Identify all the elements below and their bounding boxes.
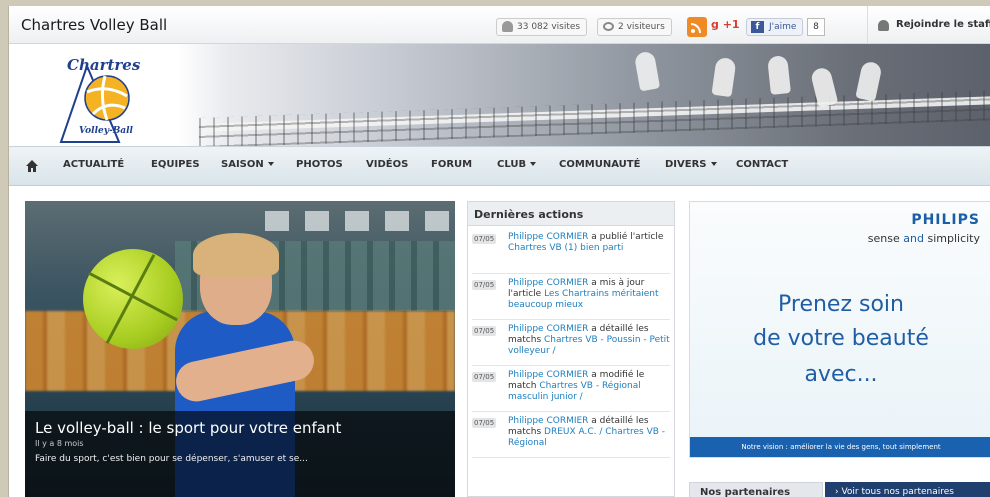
nav-item-communaute[interactable]: COMMUNAUTÉ [559, 159, 640, 170]
article-title[interactable]: Le volley-ball : le sport pour votre enf… [35, 419, 445, 437]
view-all-partners-button[interactable]: › Voir tous nos partenaires [825, 482, 990, 497]
gplus-icon: g [711, 18, 719, 31]
nav-item-saison[interactable]: SAISON [221, 159, 274, 170]
action-user-link[interactable]: Philippe CORMIER [508, 278, 588, 288]
nav-item-photos[interactable]: PHOTOS [296, 159, 343, 170]
nav-item-divers[interactable]: DIVERS [665, 159, 717, 170]
nav-item-equipes[interactable]: EQUIPES [151, 159, 200, 170]
chevron-down-icon [530, 162, 537, 166]
ad-footer: Notre vision : améliorer la vie des gens… [690, 437, 990, 457]
partners-title: Nos partenaires [689, 482, 823, 497]
nav-item-actualite[interactable]: ACTUALITÉ [63, 159, 124, 170]
philips-ad-banner[interactable]: PHILIPS sense and simplicity Prenez soin… [689, 201, 990, 458]
action-user-link[interactable]: Philippe CORMIER [508, 370, 588, 380]
user-icon [878, 20, 889, 31]
recent-actions-list: 07/05 Philippe CORMIER a publié l'articl… [468, 226, 674, 460]
nav-item-forum[interactable]: FORUM [431, 159, 472, 170]
club-logo[interactable]: Chartres Volley-Ball [49, 48, 159, 144]
article-excerpt: Faire du sport, c'est bien pour se dépen… [35, 454, 308, 464]
action-user-link[interactable]: Philippe CORMIER [508, 416, 588, 426]
nav-item-club[interactable]: CLUB [497, 159, 537, 170]
eye-icon [603, 22, 614, 31]
rss-icon[interactable] [687, 17, 707, 37]
action-date: 07/05 [472, 326, 497, 336]
list-item: 07/05 Philippe CORMIER a détaillé les ma… [472, 412, 670, 458]
volleyball-icon [83, 249, 183, 349]
facebook-like-button[interactable]: f J'aime [746, 18, 804, 36]
ad-line-1: Prenez soin [778, 292, 904, 317]
gplus-button[interactable]: g +1 [711, 18, 740, 31]
top-bar: Chartres Volley Ball 33 082 visites 2 vi… [9, 6, 990, 44]
join-staff-label: Rejoindre le staff [896, 19, 990, 30]
home-icon[interactable] [25, 159, 39, 173]
gplus-label: +1 [722, 18, 740, 31]
facebook-like-label: J'aime [769, 22, 797, 32]
list-item: 07/05 Philippe CORMIER a modifié le matc… [472, 366, 670, 412]
action-date: 07/05 [472, 418, 497, 428]
visitors-text: 2 visiteurs [618, 22, 665, 32]
article-time: Il y a 8 mois [35, 439, 84, 448]
facebook-icon: f [751, 21, 764, 33]
ad-brand-logo: PHILIPS [911, 212, 980, 228]
chevron-down-icon [267, 162, 274, 166]
logo-text-top: Chartres [67, 56, 141, 74]
partners-bar: Nos partenaires › Voir tous nos partenai… [689, 482, 990, 497]
visits-counter: 33 082 visites [496, 18, 588, 36]
article-caption: Le volley-ball : le sport pour votre enf… [25, 411, 455, 497]
action-verb: a publié l'article [588, 232, 664, 242]
facebook-like-count: 8 [807, 18, 825, 36]
user-icon [502, 21, 513, 32]
chevron-down-icon [710, 162, 717, 166]
action-user-link[interactable]: Philippe CORMIER [508, 232, 588, 242]
header-banner: Chartres Volley-Ball [9, 44, 990, 146]
featured-article[interactable]: Le volley-ball : le sport pour votre enf… [25, 201, 455, 497]
action-user-link[interactable]: Philippe CORMIER [508, 324, 588, 334]
ad-line-3: avec... [804, 362, 878, 387]
ad-line-2: de votre beauté [753, 326, 929, 351]
recent-actions-panel: Dernières actions 07/05 Philippe CORMIER… [467, 201, 675, 497]
join-staff-button[interactable]: Rejoindre le staff [867, 6, 990, 44]
logo-text-bottom: Volley-Ball [79, 126, 133, 136]
action-date: 07/05 [472, 234, 497, 244]
site-title[interactable]: Chartres Volley Ball [21, 16, 167, 34]
action-date: 07/05 [472, 280, 497, 290]
list-item: 07/05 Philippe CORMIER a détaillé les ma… [472, 320, 670, 366]
list-item: 07/05 Philippe CORMIER a publié l'articl… [472, 228, 670, 274]
visits-text: 33 082 visites [517, 22, 581, 32]
action-target-link[interactable]: Chartres VB (1) bien parti [508, 243, 623, 253]
nav-item-videos[interactable]: VIDÉOS [366, 159, 408, 170]
nav-item-contact[interactable]: CONTACT [736, 159, 788, 170]
visitors-counter: 2 visiteurs [597, 18, 672, 36]
page: Chartres Volley Ball 33 082 visites 2 vi… [8, 6, 990, 497]
list-item: 07/05 Philippe CORMIER a mis à jour l'ar… [472, 274, 670, 320]
ad-slogan: sense and simplicity [867, 232, 980, 245]
action-date: 07/05 [472, 372, 497, 382]
recent-actions-heading: Dernières actions [468, 202, 674, 226]
main-nav: ACTUALITÉ EQUIPES SAISON PHOTOS VIDÉOS F… [9, 146, 990, 186]
